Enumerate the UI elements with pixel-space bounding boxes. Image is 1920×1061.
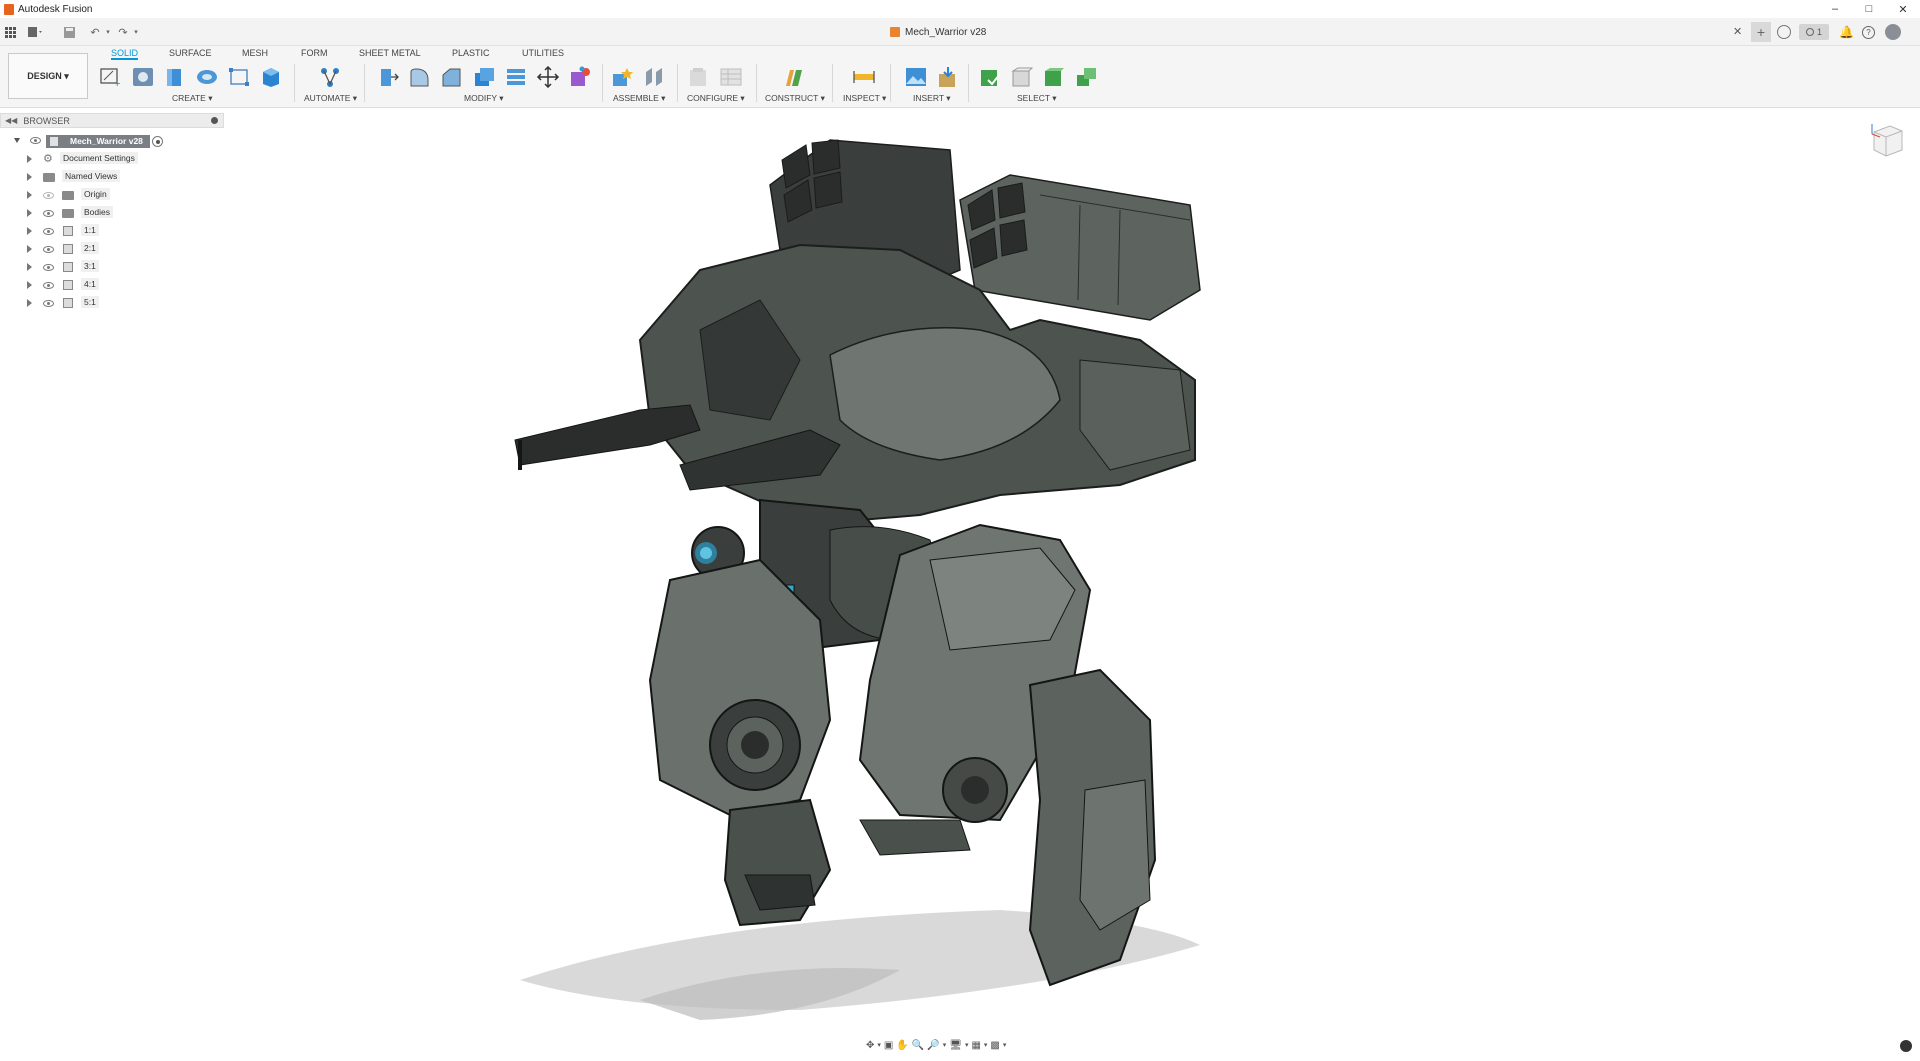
close-document-icon[interactable]: ✕	[1733, 25, 1742, 38]
comments-icon[interactable]	[1900, 1040, 1912, 1052]
tab-mesh[interactable]: MESH	[242, 46, 268, 60]
extrude-icon[interactable]	[163, 66, 187, 88]
redo-icon[interactable]: ↷	[116, 25, 130, 39]
select-component-icon[interactable]	[1074, 66, 1098, 88]
new-tab-icon[interactable]: +	[1751, 22, 1771, 42]
extensions-icon[interactable]	[1777, 25, 1791, 39]
tab-solid[interactable]: SOLID	[111, 46, 139, 60]
joint-icon[interactable]	[642, 66, 666, 88]
navigation-bar: ✥ ▾ ▣ ✋ 🔍 🔎 ▾ 🖥 ▾ ▦ ▾ ▩ ▾	[866, 1036, 1006, 1054]
tab-utilities[interactable]: UTILITIES	[522, 46, 564, 60]
notifications-bell-icon[interactable]: 🔔	[1839, 25, 1854, 39]
job-count: 1	[1816, 27, 1822, 37]
select-body-icon[interactable]	[1010, 66, 1034, 88]
save-icon[interactable]	[62, 25, 76, 39]
press-pull-icon[interactable]	[376, 66, 400, 88]
configure-group-label[interactable]: CONFIGURE ▾	[687, 93, 745, 104]
insert-mcmaster-icon[interactable]	[936, 66, 960, 88]
offset-plane-icon[interactable]	[782, 66, 806, 88]
assemble-group-label[interactable]: ASSEMBLE ▾	[613, 93, 665, 104]
ribbon-separator	[677, 64, 678, 102]
document-icon	[890, 27, 900, 37]
revolve-icon[interactable]	[195, 66, 219, 88]
tab-form[interactable]: FORM	[301, 46, 328, 60]
undo-dropdown-icon[interactable]: ▾	[101, 25, 115, 39]
tab-surface[interactable]: SURFACE	[169, 46, 212, 60]
viewports-icon[interactable]: ▩	[990, 1040, 999, 1051]
modify-group-label[interactable]: MODIFY ▾	[464, 93, 504, 104]
zoom-window-icon[interactable]: 🔎	[927, 1040, 939, 1051]
grid-dropdown-icon[interactable]: ▾	[984, 1041, 988, 1049]
help-icon[interactable]: ?	[1861, 25, 1875, 39]
construct-group-label[interactable]: CONSTRUCT ▾	[765, 93, 825, 104]
ribbon: DESIGN ▾ SOLID SURFACE MESH FORM SHEET M…	[0, 46, 1920, 108]
box-icon[interactable]	[259, 66, 283, 88]
file-menu-icon[interactable]	[28, 25, 42, 39]
ribbon-separator	[364, 64, 365, 102]
display-settings-icon[interactable]: 🖥	[949, 1040, 962, 1051]
configure-icon[interactable]	[686, 66, 710, 88]
tab-sheet-metal[interactable]: SHEET METAL	[359, 46, 421, 60]
maximize-button[interactable]: □	[1852, 0, 1886, 18]
mech-warrior-model	[514, 139, 1201, 1020]
pan-hand-icon[interactable]: ✋	[896, 1040, 908, 1051]
close-window-button[interactable]: ✕	[1886, 0, 1920, 18]
fusion-logo-icon	[4, 3, 14, 15]
document-tab[interactable]: Mech_Warrior v28	[890, 18, 986, 46]
insert-image-icon[interactable]	[904, 66, 928, 88]
svg-text:+: +	[114, 78, 120, 88]
select-face-icon[interactable]	[1042, 66, 1066, 88]
minimize-button[interactable]: –	[1818, 0, 1852, 18]
app-grid-icon[interactable]	[3, 25, 17, 39]
ribbon-separator	[756, 64, 757, 102]
automate-icon[interactable]	[318, 66, 342, 88]
select-icon[interactable]	[978, 66, 1002, 88]
orbit-icon[interactable]: ✥	[866, 1040, 874, 1051]
display-dropdown-icon[interactable]: ▾	[965, 1041, 969, 1049]
automate-group-label[interactable]: AUTOMATE ▾	[304, 93, 357, 104]
ribbon-separator	[294, 64, 295, 102]
job-status-badge[interactable]: 1	[1799, 24, 1829, 40]
ribbon-separator	[890, 64, 891, 102]
create-sketch-icon[interactable]: +	[99, 66, 123, 88]
move-copy-icon[interactable]	[536, 66, 560, 88]
ribbon-separator	[968, 64, 969, 102]
ribbon-separator	[602, 64, 603, 102]
top-right-controls: + 1 🔔 ?	[1751, 22, 1901, 42]
3d-viewport[interactable]	[0, 108, 1920, 1056]
look-at-icon[interactable]: ▣	[884, 1040, 893, 1051]
configure-table-icon[interactable]	[719, 66, 743, 88]
redo-dropdown-icon[interactable]: ▾	[129, 25, 143, 39]
clock-icon	[1805, 28, 1814, 36]
insert-group-label[interactable]: INSERT ▾	[913, 93, 951, 104]
combine-icon[interactable]	[504, 66, 528, 88]
viewports-dropdown-icon[interactable]: ▾	[1003, 1041, 1007, 1049]
chamfer-icon[interactable]	[440, 66, 464, 88]
measure-icon[interactable]	[852, 66, 876, 88]
form-icon[interactable]	[131, 66, 155, 88]
user-avatar[interactable]	[1884, 24, 1901, 40]
shell-icon[interactable]	[472, 66, 496, 88]
new-component-icon[interactable]	[610, 66, 634, 88]
title-bar: Autodesk Fusion	[0, 0, 1920, 18]
zoom-icon[interactable]: 🔍	[912, 1040, 924, 1051]
undo-icon[interactable]: ↶	[88, 25, 102, 39]
workspace-switcher-button[interactable]: DESIGN ▾	[8, 53, 88, 99]
orbit-dropdown-icon[interactable]: ▾	[877, 1041, 881, 1049]
ribbon-separator	[832, 64, 833, 102]
document-tab-title: Mech_Warrior v28	[905, 26, 987, 38]
create-group-label[interactable]: CREATE ▾	[172, 93, 212, 104]
sketch-rectangle-icon[interactable]	[227, 66, 251, 88]
select-group-label[interactable]: SELECT ▾	[1017, 93, 1057, 104]
tab-plastic[interactable]: PLASTIC	[452, 46, 490, 60]
app-title: Autodesk Fusion	[18, 3, 93, 15]
grid-settings-icon[interactable]: ▦	[971, 1040, 980, 1051]
fillet-icon[interactable]	[408, 66, 432, 88]
inspect-group-label[interactable]: INSPECT ▾	[843, 93, 886, 104]
zoom-dropdown-icon[interactable]: ▾	[943, 1041, 947, 1049]
appearance-icon[interactable]	[568, 66, 592, 88]
